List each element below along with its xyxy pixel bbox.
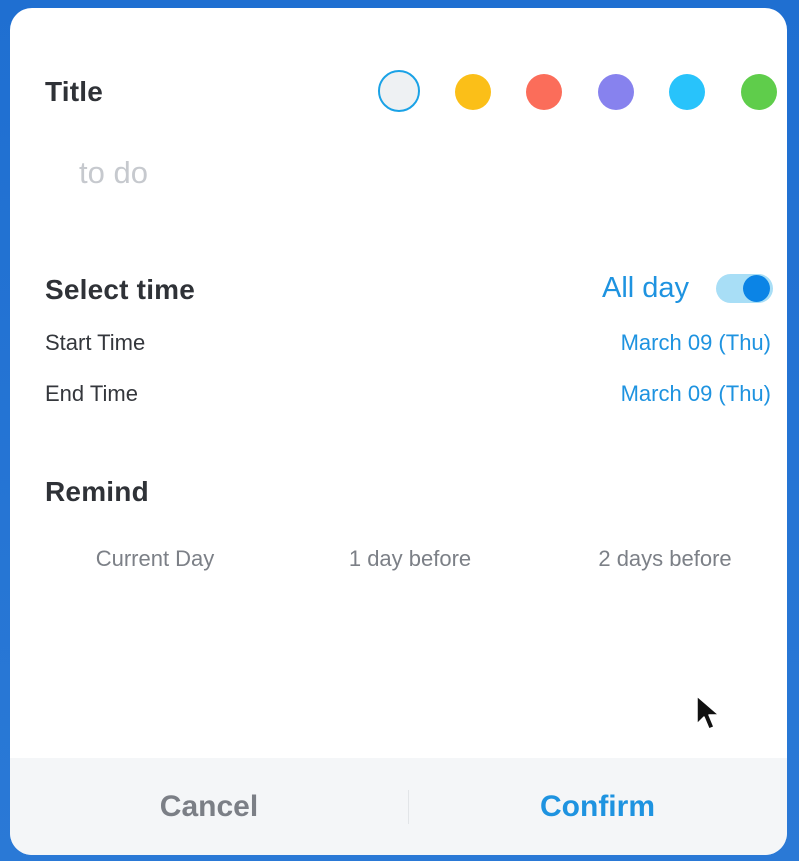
end-time-value[interactable]: March 09 (Thu) <box>621 381 771 407</box>
end-time-label: End Time <box>45 381 138 406</box>
toggle-knob <box>743 275 770 302</box>
dialog-footer: Cancel Confirm <box>10 758 787 855</box>
remind-option-1-day-before[interactable]: 1 day before <box>330 546 490 572</box>
title-input[interactable] <box>65 143 753 203</box>
remind-option-current-day[interactable]: Current Day <box>80 546 230 572</box>
color-swatch-purple[interactable] <box>598 74 634 110</box>
start-time-value[interactable]: March 09 (Thu) <box>621 330 771 356</box>
window-frame: Title Select time All day Start Time Mar… <box>0 0 799 861</box>
color-swatch-none[interactable] <box>378 70 420 112</box>
new-task-dialog: Title Select time All day Start Time Mar… <box>10 8 787 855</box>
all-day-toggle[interactable] <box>716 274 773 303</box>
cancel-button[interactable]: Cancel <box>10 758 408 855</box>
color-swatch-cyan[interactable] <box>669 74 705 110</box>
select-time-label: Select time <box>45 274 196 305</box>
confirm-button[interactable]: Confirm <box>408 758 787 855</box>
color-picker <box>368 70 777 116</box>
color-swatch-red[interactable] <box>526 74 562 110</box>
mouse-cursor-icon <box>696 695 720 730</box>
remind-label: Remind <box>45 476 149 507</box>
start-time-label: Start Time <box>45 330 146 355</box>
remind-option-2-days-before[interactable]: 2 days before <box>580 546 750 572</box>
color-swatch-green[interactable] <box>741 74 777 110</box>
all-day-label: All day <box>602 272 690 304</box>
color-swatch-yellow[interactable] <box>455 74 491 110</box>
title-label: Title <box>45 76 104 107</box>
